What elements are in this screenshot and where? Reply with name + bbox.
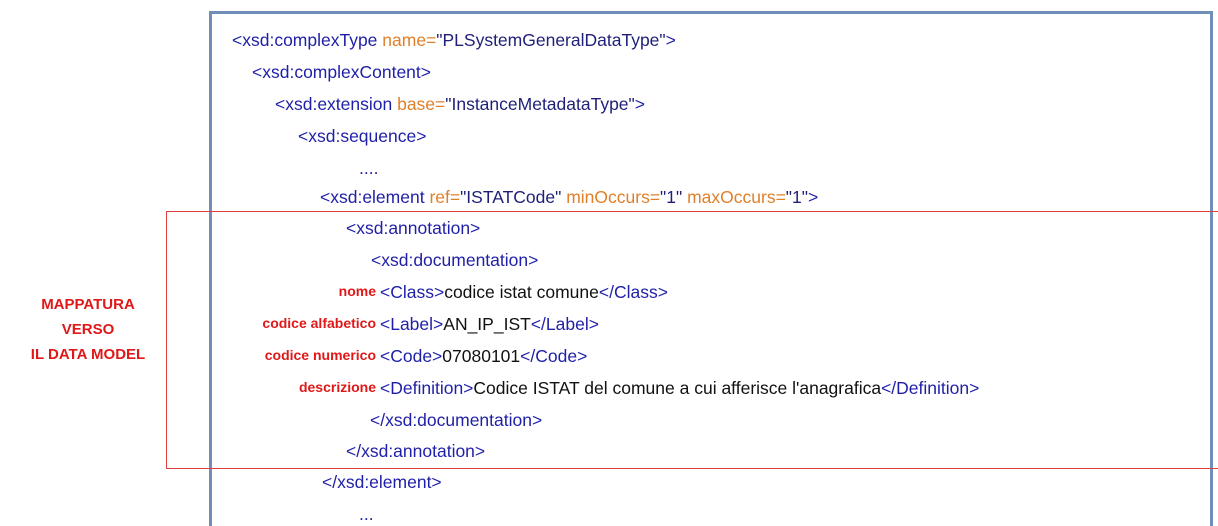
- code-token-tag: </Definition>: [881, 378, 980, 398]
- code-token-tag: >: [807, 187, 819, 207]
- code-line: <xsd:documentation>: [371, 249, 538, 271]
- code-line: </xsd:element>: [322, 471, 442, 493]
- code-token-tag: <Code>: [380, 346, 443, 366]
- code-token-tag: </Label>: [530, 314, 599, 334]
- mapping-highlight-box: [166, 211, 1218, 469]
- code-token-tag: <Class>: [380, 282, 445, 302]
- code-line: ...: [359, 503, 374, 525]
- code-line: ....: [359, 157, 378, 179]
- code-token-txt: Codice ISTAT del comune a cui afferisce …: [473, 378, 882, 398]
- code-token-tag: <xsd:annotation>: [346, 218, 481, 238]
- code-token-txt: AN_IP_IST: [443, 314, 531, 334]
- code-line: <xsd:complexContent>: [252, 61, 431, 83]
- side-title-line-1: MAPPATURA: [41, 296, 135, 313]
- mapping-label-nome: nome: [338, 283, 376, 299]
- code-token-attr: base=: [392, 94, 446, 114]
- code-line: </xsd:documentation>: [370, 409, 542, 431]
- code-line: <xsd:sequence>: [298, 125, 426, 147]
- code-token-attr: name=: [377, 30, 437, 50]
- code-token-val: "1": [660, 187, 683, 207]
- code-token-val: "InstanceMetadataType": [445, 94, 635, 114]
- code-token-tag: >: [634, 94, 645, 114]
- mapping-side-title: MAPPATURA VERSO IL DATA MODEL: [12, 292, 164, 367]
- code-token-tag: <xsd:complexType: [232, 30, 378, 50]
- code-token-tag: <xsd:sequence>: [298, 126, 427, 146]
- code-token-val: "1": [785, 187, 808, 207]
- code-token-dots: ...: [359, 504, 374, 524]
- code-token-attr: ref=: [424, 187, 461, 207]
- code-token-tag: <xsd:documentation>: [371, 250, 539, 270]
- code-line: <xsd:extension base="InstanceMetadataTyp…: [275, 93, 645, 115]
- code-line: <Label>AN_IP_IST</Label>: [380, 313, 599, 335]
- code-token-txt: 07080101: [442, 346, 521, 366]
- code-token-tag: </xsd:element>: [322, 472, 442, 492]
- mapping-label-descrizione: descrizione: [298, 379, 376, 395]
- code-token-tag: >: [665, 30, 676, 50]
- code-token-tag: <xsd:complexContent>: [252, 62, 431, 82]
- code-token-tag: <Definition>: [380, 378, 474, 398]
- code-token-tag: </Class>: [598, 282, 668, 302]
- code-token-val: "ISTATCode": [460, 187, 562, 207]
- code-token-tag: </xsd:annotation>: [346, 441, 486, 461]
- code-token-tag: </Code>: [520, 346, 588, 366]
- code-token-attr: maxOccurs=: [682, 187, 786, 207]
- mapping-label-codice-numerico: codice numerico: [264, 347, 376, 363]
- code-token-attr: minOccurs=: [561, 187, 661, 207]
- side-title-line-3: IL DATA MODEL: [30, 346, 146, 363]
- code-token-tag: <xsd:extension: [275, 94, 393, 114]
- code-line: </xsd:annotation>: [346, 440, 485, 462]
- code-line: <xsd:complexType name="PLSystemGeneralDa…: [232, 29, 676, 51]
- code-token-tag: </xsd:documentation>: [370, 410, 543, 430]
- code-token-txt: codice istat comune: [444, 282, 599, 302]
- code-line: <xsd:annotation>: [346, 217, 480, 239]
- code-line: <Definition>Codice ISTAT del comune a cu…: [380, 377, 979, 399]
- code-token-tag: <xsd:element: [320, 187, 425, 207]
- code-token-dots: ....: [359, 158, 379, 178]
- code-token-tag: <Label>: [380, 314, 444, 334]
- code-line: <xsd:element ref="ISTATCode" minOccurs="…: [320, 186, 818, 208]
- mapping-label-codice-alfabetico: codice alfabetico: [262, 315, 376, 331]
- code-line: <Class>codice istat comune</Class>: [380, 281, 668, 303]
- code-line: <Code>07080101</Code>: [380, 345, 587, 367]
- code-token-val: "PLSystemGeneralDataType": [436, 30, 666, 50]
- side-title-line-2: VERSO: [61, 321, 115, 338]
